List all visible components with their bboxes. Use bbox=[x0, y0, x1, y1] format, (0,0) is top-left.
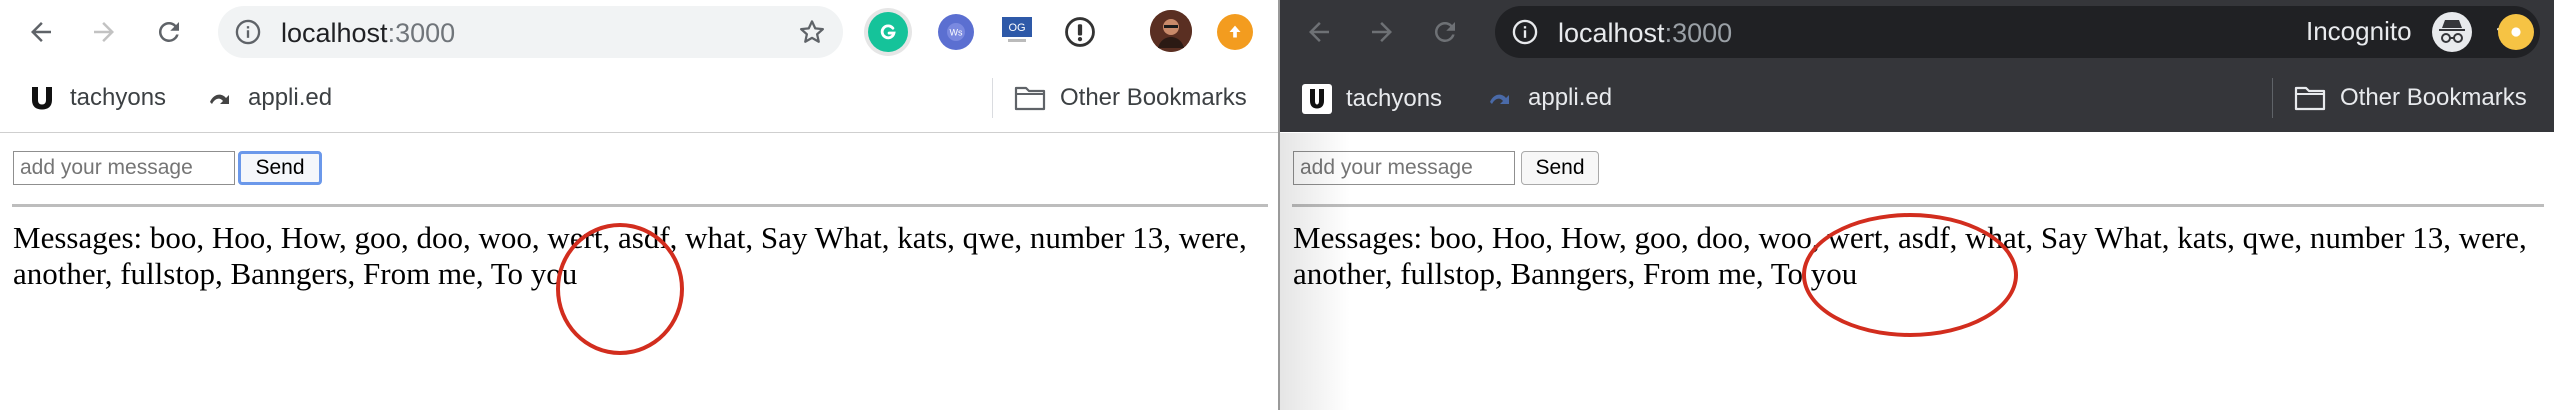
messages-text: Messages: boo, Hoo, How, goo, doo, woo, … bbox=[13, 220, 1247, 291]
address-bar[interactable]: localhost:3000 bbox=[218, 6, 843, 58]
back-icon[interactable] bbox=[22, 13, 60, 51]
password-manager-icon[interactable] bbox=[1062, 14, 1098, 50]
appli-icon bbox=[1490, 94, 1509, 104]
bookmark-label: tachyons bbox=[1346, 85, 1443, 112]
reload-icon[interactable] bbox=[150, 13, 188, 51]
bookmarks-bar: tachyons appli.ed Other Bookmarks bbox=[0, 64, 1278, 133]
edge-shadow bbox=[1280, 133, 1350, 410]
grammarly-icon[interactable] bbox=[868, 12, 908, 52]
u-logo-icon bbox=[1302, 84, 1332, 114]
og-icon[interactable]: OG bbox=[1000, 12, 1034, 46]
bookmark-tachyons[interactable]: tachyons bbox=[28, 84, 166, 112]
browser-window-incognito: localhost:3000 Incognito tachyons appli.… bbox=[1280, 0, 2554, 410]
url-text[interactable]: localhost:3000 bbox=[281, 18, 455, 48]
back-icon[interactable] bbox=[1300, 13, 1338, 51]
u-logo-icon bbox=[32, 87, 52, 110]
other-bookmarks-label: Other Bookmarks bbox=[1060, 84, 1247, 111]
messages-text: Messages: boo, Hoo, How, goo, doo, woo, … bbox=[1293, 220, 2527, 291]
bookmark-label: appli.ed bbox=[248, 84, 333, 111]
update-icon[interactable] bbox=[2498, 14, 2534, 50]
svg-text:OG: OG bbox=[1008, 22, 1025, 34]
reload-icon[interactable] bbox=[1426, 13, 1464, 51]
folder-icon bbox=[1014, 86, 1046, 111]
page-content: Send Messages: boo, Hoo, How, goo, doo, … bbox=[0, 133, 1278, 410]
divider-line bbox=[1292, 204, 2544, 207]
bookmarks-separator bbox=[2272, 78, 2273, 118]
bookmarks-separator bbox=[992, 78, 993, 118]
folder-icon bbox=[2294, 86, 2326, 111]
wappalyzer-icon[interactable]: Ws bbox=[938, 14, 974, 50]
page-content: Send Messages: boo, Hoo, How, goo, doo, … bbox=[1280, 133, 2554, 410]
other-bookmarks-label: Other Bookmarks bbox=[2340, 84, 2527, 111]
bookmark-label: appli.ed bbox=[1528, 84, 1613, 111]
send-button[interactable]: Send bbox=[238, 151, 322, 185]
incognito-label[interactable]: Incognito bbox=[2306, 16, 2412, 47]
other-bookmarks-folder[interactable]: Other Bookmarks bbox=[2294, 84, 2527, 112]
bookmark-label: tachyons bbox=[70, 84, 167, 111]
appli-icon bbox=[210, 94, 229, 104]
other-bookmarks-folder[interactable]: Other Bookmarks bbox=[1014, 84, 1247, 112]
profile-avatar-icon[interactable] bbox=[1150, 10, 1192, 52]
bookmark-star-icon[interactable] bbox=[797, 17, 827, 47]
forward-icon[interactable] bbox=[1363, 13, 1401, 51]
send-button[interactable]: Send bbox=[1521, 151, 1599, 185]
svg-text:Ws: Ws bbox=[950, 28, 963, 38]
browser-toolbar: localhost:3000 Ws OG bbox=[0, 0, 1278, 64]
update-icon[interactable] bbox=[1217, 14, 1253, 50]
bookmark-appli-ed[interactable]: appli.ed bbox=[206, 84, 332, 112]
incognito-icon[interactable] bbox=[2432, 12, 2472, 52]
browser-toolbar: localhost:3000 Incognito bbox=[1280, 0, 2554, 64]
bookmark-tachyons[interactable]: tachyons bbox=[1302, 84, 1442, 114]
message-input[interactable] bbox=[13, 151, 235, 185]
bookmarks-bar: tachyons appli.ed Other Bookmarks bbox=[1280, 64, 2554, 132]
site-info-icon[interactable] bbox=[1511, 18, 1539, 46]
bookmark-appli-ed[interactable]: appli.ed bbox=[1486, 84, 1612, 112]
forward-icon[interactable] bbox=[85, 13, 123, 51]
divider-line bbox=[12, 204, 1268, 207]
site-info-icon[interactable] bbox=[234, 18, 262, 46]
browser-window-normal: localhost:3000 Ws OG tachyons appli.ed O… bbox=[0, 0, 1278, 410]
url-text[interactable]: localhost:3000 bbox=[1558, 18, 1732, 48]
